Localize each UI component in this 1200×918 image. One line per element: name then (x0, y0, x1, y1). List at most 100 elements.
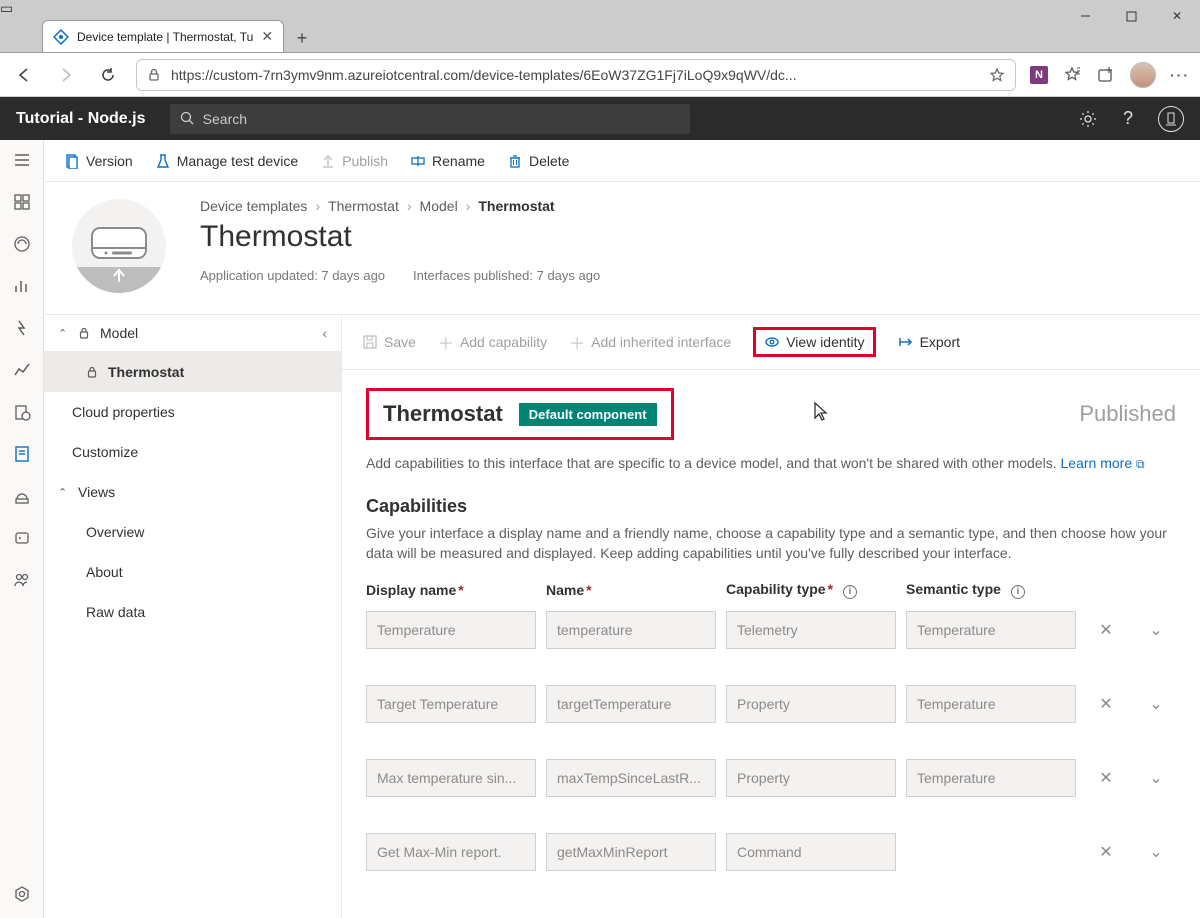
publish-button: Publish (320, 153, 388, 169)
delete-button[interactable]: Delete (507, 153, 569, 169)
address-bar-right: N ··· (1030, 62, 1190, 88)
plus-icon: ＋ (569, 330, 585, 354)
tab-title: Device template | Thermostat, Tu (77, 30, 253, 44)
browser-tab[interactable]: Device template | Thermostat, Tu ✕ (42, 20, 284, 52)
crumb-model[interactable]: Model (420, 198, 458, 214)
maximize-button[interactable] (1108, 0, 1154, 32)
remove-row-icon[interactable]: ✕ (1086, 694, 1126, 714)
eye-icon (764, 334, 780, 350)
name-field[interactable]: getMaxMinReport (546, 833, 716, 871)
name-field[interactable]: targetTemperature (546, 685, 716, 723)
capability-type-field[interactable]: Property (726, 685, 896, 723)
rail-menu-icon[interactable] (12, 150, 32, 170)
version-button[interactable]: Version (64, 153, 133, 169)
tree-node-raw-data[interactable]: Raw data (44, 592, 341, 632)
rail-users-icon[interactable] (12, 570, 32, 590)
rail-jobs-icon[interactable] (12, 402, 32, 422)
rail-templates-icon[interactable] (12, 444, 32, 464)
expand-row-icon[interactable]: ⌄ (1136, 694, 1176, 714)
export-icon (898, 334, 914, 350)
tree-views-label: Views (78, 484, 115, 500)
semantic-type-field[interactable]: Temperature (906, 611, 1076, 649)
right-pane: Save ＋ Add capability ＋ Add inherited in… (342, 314, 1200, 918)
plus-icon: ＋ (438, 330, 454, 354)
refresh-button[interactable] (94, 61, 122, 89)
tree-node-about[interactable]: About (44, 552, 341, 592)
display-name-field[interactable]: Target Temperature (366, 685, 536, 723)
export-button[interactable]: Export (898, 334, 960, 350)
favorites-icon[interactable] (1062, 65, 1082, 85)
collections-icon[interactable] (1096, 65, 1116, 85)
minimize-button[interactable] (1062, 0, 1108, 32)
tree-node-overview[interactable]: Overview (44, 512, 341, 552)
display-name-field[interactable]: Max temperature sin... (366, 759, 536, 797)
rail-rules-icon[interactable] (12, 318, 32, 338)
tree-node-thermostat[interactable]: Thermostat (44, 352, 341, 392)
rail-analytics-icon[interactable] (12, 276, 32, 296)
component-section: Thermostat Default component Published A… (342, 370, 1200, 918)
onenote-icon[interactable]: N (1030, 66, 1048, 84)
account-icon[interactable] (1158, 106, 1184, 132)
view-identity-button[interactable]: View identity (753, 327, 875, 357)
learn-more-link[interactable]: Learn more ⧉ (1061, 455, 1145, 471)
new-tab-button[interactable]: + (288, 24, 316, 52)
capability-type-field[interactable]: Command (726, 833, 896, 871)
address-bar: https://custom-7rn3ymv9nm.azureiotcentra… (0, 53, 1200, 97)
close-window-button[interactable]: ✕ (1154, 0, 1200, 32)
back-button[interactable] (10, 61, 38, 89)
rename-icon (410, 153, 426, 169)
forward-button[interactable] (52, 61, 80, 89)
rail-admin-storage-icon[interactable] (12, 528, 32, 548)
name-field[interactable]: maxTempSinceLastR... (546, 759, 716, 797)
favorite-icon[interactable] (989, 67, 1005, 83)
info-icon[interactable]: i (1011, 585, 1025, 599)
rail-chart-icon[interactable] (12, 360, 32, 380)
collapse-panel-icon[interactable]: ‹ (322, 325, 327, 341)
rail-devices-icon[interactable] (12, 234, 32, 254)
remove-row-icon[interactable]: ✕ (1086, 620, 1126, 640)
display-name-field[interactable]: Temperature (366, 611, 536, 649)
trash-icon (507, 153, 523, 169)
display-name-field[interactable]: Get Max-Min report. (366, 833, 536, 871)
semantic-type-field[interactable]: Temperature (906, 759, 1076, 797)
manage-test-device-button[interactable]: Manage test device (155, 153, 298, 169)
expand-row-icon[interactable]: ⌄ (1136, 768, 1176, 788)
lock-icon (86, 366, 98, 378)
search-box[interactable]: Search (170, 104, 690, 134)
tree-node-model[interactable]: ⌃ Model ‹ (44, 315, 341, 352)
remove-row-icon[interactable]: ✕ (1086, 768, 1126, 788)
info-icon[interactable]: i (843, 585, 857, 599)
expand-row-icon[interactable]: ⌄ (1136, 842, 1176, 862)
capabilities-desc: Give your interface a display name and a… (366, 523, 1176, 564)
breadcrumbs: Device templates› Thermostat› Model› The… (200, 198, 1180, 214)
tree-node-views[interactable]: ⌃ Views (44, 472, 341, 512)
capability-type-field[interactable]: Telemetry (726, 611, 896, 649)
meta-interfaces-published: Interfaces published: 7 days ago (413, 268, 600, 283)
crumb-thermostat[interactable]: Thermostat (328, 198, 399, 214)
name-field[interactable]: temperature (546, 611, 716, 649)
capability-type-field[interactable]: Property (726, 759, 896, 797)
expand-row-icon[interactable]: ⌄ (1136, 620, 1176, 640)
rail-dashboard-icon[interactable] (12, 192, 32, 212)
rename-button[interactable]: Rename (410, 153, 485, 169)
crumb-templates[interactable]: Device templates (200, 198, 307, 214)
browser-chrome: ▭ Device template | Thermostat, Tu ✕ + ✕… (0, 0, 1200, 97)
component-desc-text: Add capabilities to this interface that … (366, 455, 1061, 471)
browser-more-icon[interactable]: ··· (1170, 65, 1190, 85)
rail-data-export-icon[interactable] (12, 486, 32, 506)
profile-avatar[interactable] (1130, 62, 1156, 88)
settings-gear-icon[interactable] (1078, 109, 1098, 129)
rail-settings-bottom-icon[interactable] (12, 884, 32, 904)
tree-node-cloud-properties[interactable]: Cloud properties (44, 392, 341, 432)
help-icon[interactable]: ? (1118, 109, 1138, 129)
url-field[interactable]: https://custom-7rn3ymv9nm.azureiotcentra… (136, 59, 1016, 91)
tree-overview-label: Overview (86, 524, 144, 540)
component-header-row: Thermostat Default component Published (366, 388, 1176, 440)
model-tree: ⌃ Model ‹ Thermostat Cloud properties Cu… (44, 314, 342, 918)
remove-row-icon[interactable]: ✕ (1086, 842, 1126, 862)
tree-node-customize[interactable]: Customize (44, 432, 341, 472)
tab-close-icon[interactable]: ✕ (261, 28, 273, 45)
semantic-type-field[interactable]: Temperature (906, 685, 1076, 723)
published-status: Published (1079, 401, 1176, 427)
version-label: Version (86, 153, 133, 169)
